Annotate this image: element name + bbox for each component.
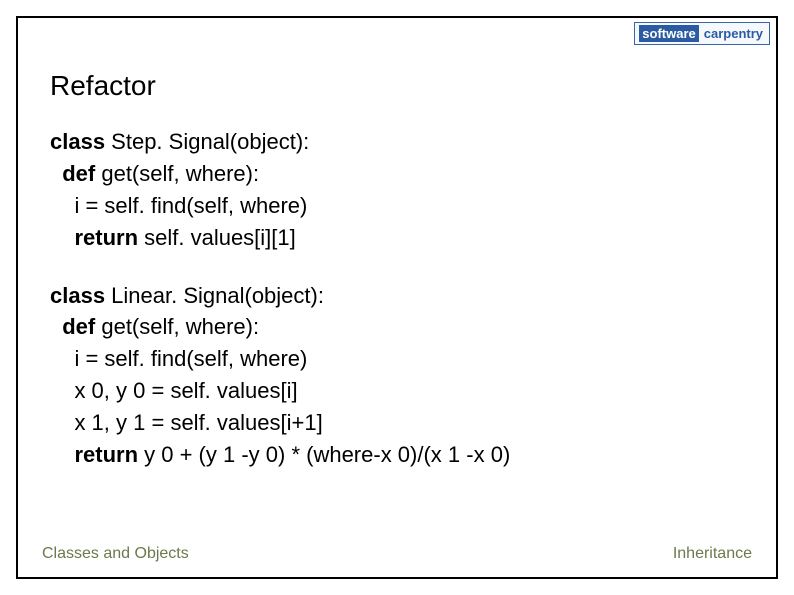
- code-line: x 1, y 1 = self. values[i+1]: [50, 407, 744, 439]
- code-text: Linear. Signal(object):: [105, 283, 324, 308]
- code-text: self. values[i][1]: [138, 225, 296, 250]
- keyword-class: class: [50, 129, 105, 154]
- keyword-return: return: [50, 442, 138, 467]
- code-line: return self. values[i][1]: [50, 222, 744, 254]
- code-text: get(self, where):: [95, 314, 259, 339]
- keyword-def: def: [50, 314, 95, 339]
- keyword-class: class: [50, 283, 105, 308]
- code-line: class Linear. Signal(object):: [50, 280, 744, 312]
- code-text: y 0 + (y 1 -y 0) * (where-x 0)/(x 1 -x 0…: [138, 442, 510, 467]
- code-line: i = self. find(self, where): [50, 343, 744, 375]
- footer-left: Classes and Objects: [42, 545, 189, 563]
- code-line: class Step. Signal(object):: [50, 126, 744, 158]
- keyword-def: def: [50, 161, 95, 186]
- keyword-return: return: [50, 225, 138, 250]
- logo: software carpentry: [634, 22, 770, 45]
- footer-right: Inheritance: [673, 545, 752, 563]
- slide-frame: software carpentry Refactor class Step. …: [16, 16, 778, 579]
- code-text: get(self, where):: [95, 161, 259, 186]
- slide-content: class Step. Signal(object): def get(self…: [50, 126, 744, 471]
- code-line: i = self. find(self, where): [50, 190, 744, 222]
- code-line: return y 0 + (y 1 -y 0) * (where-x 0)/(x…: [50, 439, 744, 471]
- logo-word-carpentry: carpentry: [702, 25, 765, 42]
- code-text: Step. Signal(object):: [105, 129, 309, 154]
- slide-title: Refactor: [50, 70, 156, 102]
- code-line: def get(self, where):: [50, 311, 744, 343]
- logo-word-software: software: [639, 25, 698, 42]
- code-line: x 0, y 0 = self. values[i]: [50, 375, 744, 407]
- code-line: def get(self, where):: [50, 158, 744, 190]
- spacer: [50, 254, 744, 280]
